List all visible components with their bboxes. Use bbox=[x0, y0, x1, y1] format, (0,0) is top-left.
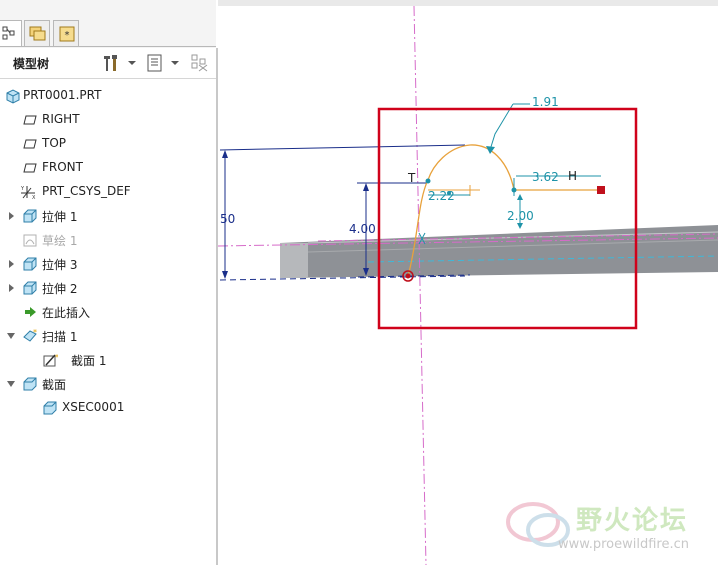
settings-dropdown-chevron-icon[interactable] bbox=[128, 61, 136, 65]
expand-chevron-icon[interactable] bbox=[9, 260, 14, 268]
csys-icon: Y X bbox=[20, 186, 36, 200]
insert-here-arrow-icon bbox=[25, 307, 36, 317]
tab-model-tree[interactable] bbox=[0, 20, 22, 46]
folder-browser-tab-icon bbox=[29, 26, 46, 41]
tree-item-label: 在此插入 bbox=[42, 306, 91, 320]
tree-filter-icon[interactable] bbox=[190, 53, 210, 73]
tree-item-sketch-1[interactable]: 草绘 1 bbox=[0, 229, 216, 251]
part-icon bbox=[6, 89, 20, 104]
watermark-url: www.proewildfire.cn bbox=[558, 537, 689, 552]
xsec-folder-icon bbox=[23, 377, 37, 391]
svg-text:X: X bbox=[32, 195, 36, 200]
tree-item-label: PRT0001.PRT bbox=[23, 88, 102, 102]
tree-item-label: 拉伸 3 bbox=[42, 258, 78, 272]
favorites-tab-icon: * bbox=[59, 26, 75, 42]
dimension-50[interactable]: 50 bbox=[220, 212, 235, 226]
dimension-2-22[interactable]: 2.22 bbox=[428, 189, 455, 203]
tree-item-label: 拉伸 1 bbox=[42, 210, 78, 224]
graphics-viewport[interactable]: 1.91 T 2.22 3.62 H 2.00 4.00 50 野火论坛 www… bbox=[218, 0, 718, 565]
model-tree-header: 模型树 bbox=[0, 48, 216, 79]
tree-item-right-plane[interactable]: RIGHT bbox=[0, 109, 216, 131]
tree-item-root-part[interactable]: PRT0001.PRT bbox=[0, 85, 216, 107]
tree-item-label: FRONT bbox=[42, 160, 83, 174]
tree-item-label: PRT_CSYS_DEF bbox=[42, 184, 131, 198]
tree-item-label: XSEC0001 bbox=[62, 400, 125, 414]
datum-plane-icon bbox=[23, 139, 37, 149]
tree-item-top-plane[interactable]: TOP bbox=[0, 133, 216, 155]
tab-strip-divider bbox=[0, 46, 216, 47]
svg-text:Y: Y bbox=[20, 186, 25, 192]
datum-plane-icon bbox=[23, 115, 37, 125]
settings-tools-icon[interactable] bbox=[102, 53, 122, 73]
extrude-icon bbox=[23, 209, 37, 223]
collapse-chevron-icon[interactable] bbox=[7, 381, 15, 387]
datum-axis bbox=[413, 5, 427, 565]
tree-item-sections-folder[interactable]: 截面 bbox=[0, 373, 216, 395]
tree-item-label: 截面 bbox=[42, 378, 67, 392]
dimension-2-00[interactable]: 2.00 bbox=[507, 209, 534, 223]
watermark-name: 野火论坛 bbox=[576, 506, 689, 536]
tab-folder-browser[interactable] bbox=[24, 20, 50, 46]
horizontal-constraint-label[interactable]: H bbox=[568, 169, 577, 183]
dimension-3-62[interactable]: 3.62 bbox=[532, 170, 559, 184]
svg-text:*: * bbox=[65, 30, 70, 41]
dimension-4-00[interactable]: 4.00 bbox=[349, 222, 376, 236]
tree-item-label: 草绘 1 bbox=[42, 234, 78, 248]
tree-item-section-1[interactable]: * 截面 1 bbox=[0, 349, 216, 371]
tree-item-xsec0001[interactable]: XSEC0001 bbox=[0, 397, 216, 419]
application-window: * 模型树 PRT0001.PRT RIGHT TOP FRONT Y X PR… bbox=[0, 0, 718, 565]
extrude-icon bbox=[23, 281, 37, 295]
navigator-tab-strip: * bbox=[0, 0, 216, 48]
expand-chevron-icon[interactable] bbox=[9, 212, 14, 220]
model-tree-title: 模型树 bbox=[13, 57, 50, 71]
collapse-chevron-icon[interactable] bbox=[7, 333, 15, 339]
show-list-icon[interactable] bbox=[145, 53, 165, 73]
tree-item-extrude-3[interactable]: 拉伸 3 bbox=[0, 253, 216, 275]
model-tree-tab-icon bbox=[2, 26, 15, 40]
tree-item-front-plane[interactable]: FRONT bbox=[0, 157, 216, 179]
tree-item-extrude-2[interactable]: 拉伸 2 bbox=[0, 277, 216, 299]
tree-item-label: 扫描 1 bbox=[42, 330, 78, 344]
tree-item-label: 截面 1 bbox=[71, 354, 107, 368]
extrude-icon bbox=[23, 257, 37, 271]
show-dropdown-chevron-icon[interactable] bbox=[171, 61, 179, 65]
svg-text:*: * bbox=[33, 328, 37, 337]
xsec-icon bbox=[43, 401, 57, 415]
tree-item-label: RIGHT bbox=[42, 112, 80, 126]
tree-item-sweep-1[interactable]: * 扫描 1 bbox=[0, 325, 216, 347]
sketch-canvas bbox=[218, 5, 718, 565]
tree-item-label: 拉伸 2 bbox=[42, 282, 78, 296]
svg-text:*: * bbox=[55, 353, 58, 362]
datum-plane-icon bbox=[23, 163, 37, 173]
sketch-icon bbox=[23, 234, 37, 247]
sketch-endpoint-marker bbox=[597, 186, 605, 194]
model-face bbox=[280, 243, 308, 278]
model-tree: PRT0001.PRT RIGHT TOP FRONT Y X PRT_CSYS… bbox=[0, 80, 216, 565]
tree-item-extrude-1[interactable]: 拉伸 1 bbox=[0, 205, 216, 227]
model-body bbox=[280, 225, 718, 278]
tree-item-insert-here[interactable]: 在此插入 bbox=[0, 301, 216, 323]
sweep-icon: * bbox=[23, 328, 37, 342]
tree-item-label: TOP bbox=[42, 136, 67, 150]
expand-chevron-icon[interactable] bbox=[9, 284, 14, 292]
tangent-constraint-label[interactable]: T bbox=[408, 171, 415, 185]
tree-item-csys[interactable]: Y X PRT_CSYS_DEF bbox=[0, 181, 216, 203]
section-sketch-icon: * bbox=[43, 353, 58, 367]
dimension-1-91[interactable]: 1.91 bbox=[532, 95, 559, 109]
tab-favorites[interactable]: * bbox=[53, 20, 79, 46]
